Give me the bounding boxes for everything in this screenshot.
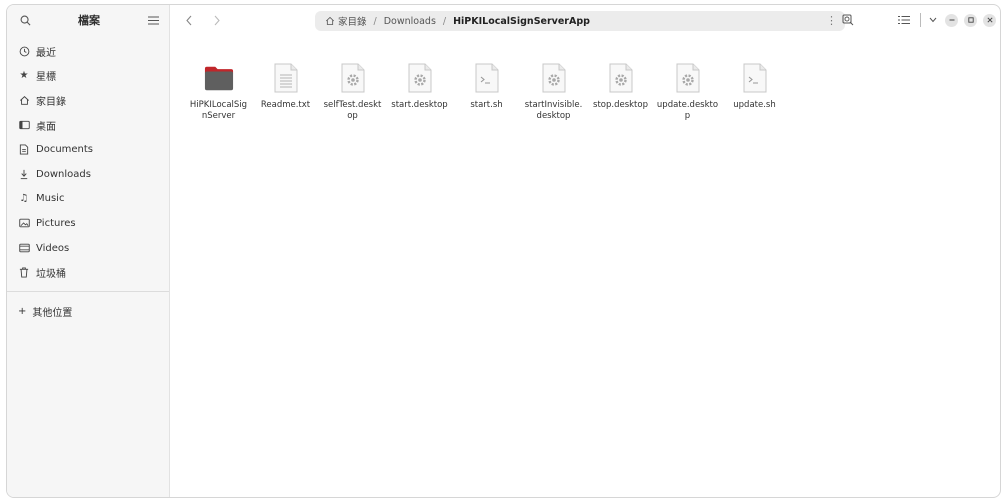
file-name: stop.desktop (593, 100, 648, 110)
folder-icon (204, 61, 234, 95)
sidebar-item-label: 桌面 (36, 121, 56, 133)
sidebar-item-label: Music (36, 193, 65, 205)
home-icon (325, 16, 335, 26)
sidebar-item-pictures[interactable]: Pictures (7, 211, 169, 236)
sidebar-item-label: Pictures (36, 217, 76, 229)
sidebar-item-label: 家目錄 (36, 96, 66, 108)
sidebar-item-recent[interactable]: 最近 (7, 39, 169, 64)
file-item[interactable]: HiPKILocalSignServer (185, 61, 252, 121)
minimize-icon[interactable] (945, 13, 958, 27)
search-icon[interactable] (17, 12, 33, 28)
file-name: selfTest.desktop (323, 100, 382, 121)
file-name: update.desktop (656, 100, 719, 121)
file-name: startInvisible.desktop (524, 100, 583, 121)
desktop-file-icon (673, 61, 703, 95)
maximize-icon[interactable] (964, 13, 977, 27)
sidebar: 檔案 最近 ★ 星標 家目錄 桌面 Documents Downloads ♫ … (7, 5, 170, 497)
sidebar-item-label: Videos (36, 242, 70, 254)
search-icon[interactable] (838, 11, 858, 29)
forward-icon[interactable] (208, 11, 226, 29)
desktop-file-icon (539, 61, 569, 95)
text-file-icon (271, 61, 301, 95)
desktop-icon (18, 119, 30, 131)
file-name: start.desktop (391, 100, 448, 110)
sidebar-item-label: 垃圾桶 (36, 269, 66, 281)
sidebar-item-home[interactable]: 家目錄 (7, 88, 169, 113)
sidebar-item-documents[interactable]: Documents (7, 137, 169, 162)
sidebar-item-label: Downloads (36, 168, 91, 180)
file-item[interactable]: update.desktop (654, 61, 721, 121)
chevron-down-icon[interactable] (927, 11, 939, 29)
document-icon (18, 144, 30, 156)
list-view-icon[interactable] (894, 11, 914, 29)
plus-icon: + (18, 306, 27, 318)
file-name: update.sh (733, 100, 776, 110)
sidebar-item-other-locations[interactable]: + 其他位置 (7, 300, 169, 324)
sidebar-item-label: Documents (36, 144, 94, 156)
desktop-file-icon (338, 61, 368, 95)
file-item[interactable]: update.sh (721, 61, 788, 121)
file-grid: HiPKILocalSignServer Readme.txt selfTest… (185, 61, 788, 121)
breadcrumb-separator: / (373, 15, 377, 27)
breadcrumb-current[interactable]: HiPKILocalSignServerApp (453, 16, 590, 27)
clock-icon (18, 45, 30, 57)
breadcrumb-separator: / (442, 15, 447, 27)
music-icon: ♫ (19, 193, 29, 205)
star-icon: ★ (19, 70, 29, 82)
hamburger-menu-icon[interactable] (145, 12, 161, 28)
file-item[interactable]: start.desktop (386, 61, 453, 121)
script-file-icon (740, 61, 770, 95)
file-item[interactable]: stop.desktop (587, 61, 654, 121)
trash-icon (18, 267, 30, 279)
sidebar-item-downloads[interactable]: Downloads (7, 162, 169, 187)
sidebar-item-videos[interactable]: Videos (7, 236, 169, 261)
file-item[interactable]: selfTest.desktop (319, 61, 386, 121)
home-icon (18, 94, 30, 106)
file-manager-window: 檔案 最近 ★ 星標 家目錄 桌面 Documents Downloads ♫ … (6, 4, 1001, 498)
desktop-file-icon (606, 61, 636, 95)
sidebar-item-desktop[interactable]: 桌面 (7, 113, 169, 138)
path-bar: 家目錄 / Downloads / HiPKILocalSignServerAp… (315, 11, 845, 31)
sidebar-header: 檔案 (7, 5, 169, 35)
close-icon[interactable] (983, 13, 996, 27)
sidebar-item-music[interactable]: ♫ Music (7, 187, 169, 212)
picture-icon (18, 217, 30, 229)
sidebar-item-starred[interactable]: ★ 星標 (7, 64, 169, 89)
file-name: HiPKILocalSignServer (189, 100, 248, 121)
file-item[interactable]: Readme.txt (252, 61, 319, 121)
breadcrumb-downloads[interactable]: Downloads (384, 16, 436, 27)
sidebar-divider (7, 290, 169, 292)
download-icon (18, 168, 30, 180)
path-menu-icon[interactable]: ⋮ (826, 14, 837, 27)
sidebar-item-label: 星標 (36, 72, 56, 84)
sidebar-places: 最近 ★ 星標 家目錄 桌面 Documents Downloads ♫ Mus… (7, 35, 169, 285)
desktop-file-icon (405, 61, 435, 95)
sidebar-item-label: 其他位置 (32, 308, 73, 320)
header-actions (838, 11, 996, 29)
video-icon (18, 242, 30, 254)
divider (920, 13, 921, 27)
back-icon[interactable] (180, 11, 198, 29)
app-title: 檔案 (78, 14, 100, 27)
file-item[interactable]: start.sh (453, 61, 520, 121)
script-file-icon (472, 61, 502, 95)
file-item[interactable]: startInvisible.desktop (520, 61, 587, 121)
sidebar-item-label: 最近 (36, 47, 56, 59)
sidebar-item-trash[interactable]: 垃圾桶 (7, 260, 169, 285)
breadcrumb-home[interactable]: 家目錄 (338, 14, 367, 28)
header-bar: 家目錄 / Downloads / HiPKILocalSignServerAp… (170, 5, 1000, 35)
file-name: start.sh (470, 100, 503, 110)
file-name: Readme.txt (260, 100, 311, 110)
